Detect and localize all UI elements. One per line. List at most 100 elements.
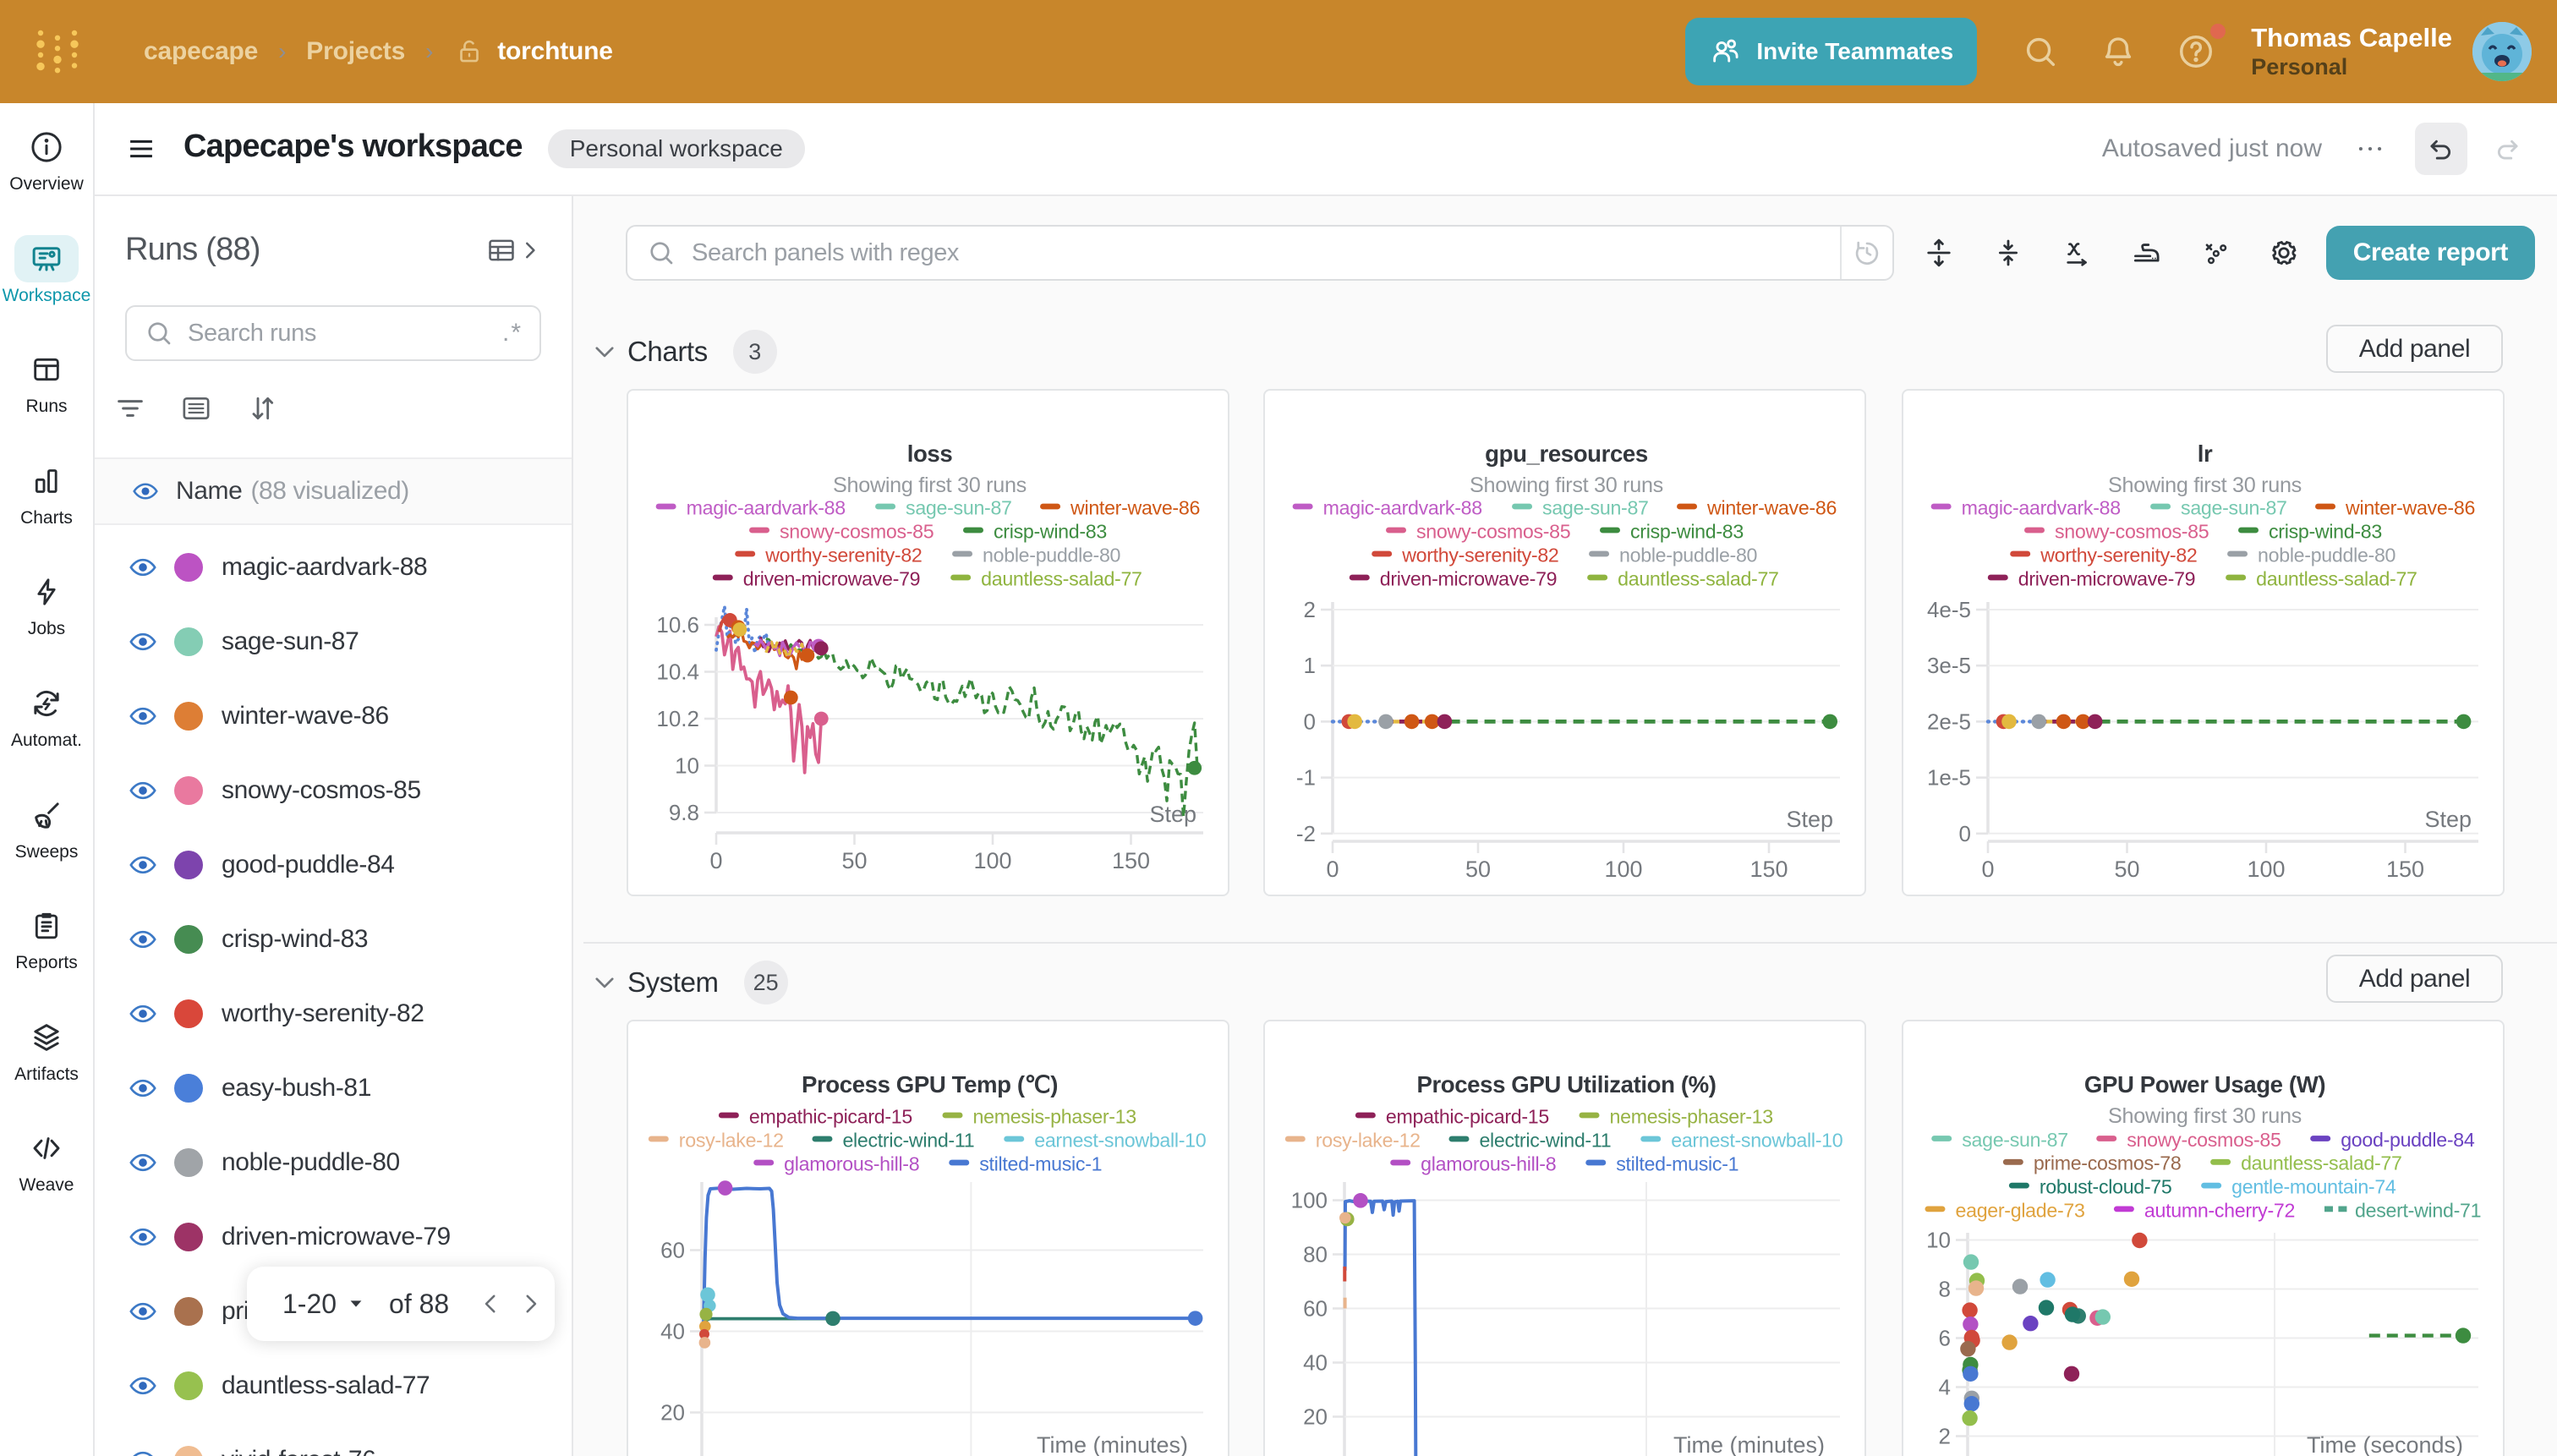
svg-text:Time (seconds): Time (seconds) <box>2307 1432 2463 1456</box>
svg-text:gentle-mountain-74: gentle-mountain-74 <box>2231 1176 2396 1198</box>
svg-text:worthy-serenity-82: worthy-serenity-82 <box>2040 544 2197 566</box>
svg-text:150: 150 <box>1749 857 1788 882</box>
svg-text:rosy-lake-12: rosy-lake-12 <box>1316 1129 1421 1151</box>
svg-text:Step: Step <box>1786 807 1833 832</box>
svg-text:10: 10 <box>1926 1228 1951 1253</box>
svg-text:dauntless-salad-77: dauntless-salad-77 <box>2256 567 2417 589</box>
svg-text:100: 100 <box>2247 857 2285 882</box>
svg-text:4e-5: 4e-5 <box>1927 597 1971 622</box>
svg-text:20: 20 <box>660 1400 685 1426</box>
svg-text:100: 100 <box>1291 1188 1328 1213</box>
svg-text:GPU Power Usage (W): GPU Power Usage (W) <box>2084 1071 2325 1097</box>
svg-text:good-puddle-84: good-puddle-84 <box>2341 1129 2475 1151</box>
svg-text:snowy-cosmos-85: snowy-cosmos-85 <box>2055 520 2209 542</box>
svg-text:50: 50 <box>2114 857 2139 882</box>
svg-text:2e-5: 2e-5 <box>1927 709 1971 734</box>
svg-text:worthy-serenity-82: worthy-serenity-82 <box>1401 544 1558 566</box>
svg-text:0: 0 <box>1981 857 1994 882</box>
svg-text:noble-puddle-80: noble-puddle-80 <box>983 544 1120 566</box>
svg-text:50: 50 <box>1465 857 1491 882</box>
svg-text:stilted-music-1: stilted-music-1 <box>1616 1152 1738 1174</box>
svg-text:10.6: 10.6 <box>656 612 699 638</box>
svg-text:noble-puddle-80: noble-puddle-80 <box>1619 544 1757 566</box>
svg-text:3e-5: 3e-5 <box>1927 653 1971 678</box>
svg-text:worthy-serenity-82: worthy-serenity-82 <box>764 544 922 566</box>
svg-text:50: 50 <box>841 848 867 873</box>
svg-text:100: 100 <box>973 848 1011 873</box>
svg-text:Step: Step <box>1149 802 1196 827</box>
svg-text:dauntless-salad-77: dauntless-salad-77 <box>1618 567 1779 589</box>
svg-text:lr: lr <box>2198 441 2213 467</box>
svg-text:noble-puddle-80: noble-puddle-80 <box>2258 544 2395 566</box>
svg-text:2: 2 <box>1304 597 1316 622</box>
svg-text:Time (minutes): Time (minutes) <box>1036 1432 1187 1456</box>
svg-text:stilted-music-1: stilted-music-1 <box>979 1152 1102 1174</box>
svg-text:80: 80 <box>1303 1242 1328 1267</box>
svg-text:driven-microwave-79: driven-microwave-79 <box>2018 567 2196 589</box>
svg-text:glamorous-hill-8: glamorous-hill-8 <box>1421 1152 1556 1174</box>
svg-text:dauntless-salad-77: dauntless-salad-77 <box>2241 1152 2402 1174</box>
svg-text:sage-sun-87: sage-sun-87 <box>1962 1129 2068 1151</box>
svg-text:earnest-snowball-10: earnest-snowball-10 <box>1671 1129 1842 1151</box>
svg-text:magic-aardvark-88: magic-aardvark-88 <box>686 496 845 518</box>
svg-text:150: 150 <box>1111 848 1149 873</box>
svg-text:earnest-snowball-10: earnest-snowball-10 <box>1034 1129 1206 1151</box>
svg-text:40: 40 <box>1303 1350 1328 1376</box>
svg-text:eager-glade-73: eager-glade-73 <box>1956 1199 2085 1221</box>
svg-text:sage-sun-87: sage-sun-87 <box>906 496 1012 518</box>
svg-text:rosy-lake-12: rosy-lake-12 <box>678 1129 783 1151</box>
svg-text:4: 4 <box>1939 1375 1951 1400</box>
svg-text:nemesis-phaser-13: nemesis-phaser-13 <box>972 1105 1136 1127</box>
svg-text:crisp-wind-83: crisp-wind-83 <box>994 520 1107 542</box>
svg-text:glamorous-hill-8: glamorous-hill-8 <box>784 1152 919 1174</box>
svg-text:crisp-wind-83: crisp-wind-83 <box>2269 520 2382 542</box>
svg-text:20: 20 <box>1303 1404 1328 1430</box>
svg-text:10: 10 <box>675 753 699 779</box>
svg-text:winter-wave-86: winter-wave-86 <box>1070 496 1200 518</box>
svg-text:robust-cloud-75: robust-cloud-75 <box>2040 1176 2172 1198</box>
svg-text:Time (minutes): Time (minutes) <box>1673 1432 1825 1456</box>
svg-text:electric-wind-11: electric-wind-11 <box>842 1129 974 1151</box>
svg-text:winter-wave-86: winter-wave-86 <box>1706 496 1837 518</box>
svg-text:gpu_resources: gpu_resources <box>1485 441 1648 467</box>
svg-text:Showing first 30 runs: Showing first 30 runs <box>2108 1104 2302 1128</box>
svg-text:60: 60 <box>660 1238 685 1263</box>
svg-text:sage-sun-87: sage-sun-87 <box>1542 496 1649 518</box>
svg-text:crisp-wind-83: crisp-wind-83 <box>1630 520 1744 542</box>
svg-text:prime-cosmos-78: prime-cosmos-78 <box>2034 1152 2182 1174</box>
svg-text:loss: loss <box>906 441 952 467</box>
svg-text:Process GPU Utilization (%): Process GPU Utilization (%) <box>1416 1071 1716 1097</box>
svg-text:-2: -2 <box>1296 821 1316 846</box>
svg-text:100: 100 <box>1604 857 1642 882</box>
svg-text:60: 60 <box>1303 1296 1328 1322</box>
svg-text:Process GPU Temp (℃): Process GPU Temp (℃) <box>801 1071 1057 1097</box>
svg-text:1e-5: 1e-5 <box>1927 765 1971 791</box>
svg-text:10.2: 10.2 <box>656 706 699 731</box>
svg-text:-1: -1 <box>1296 765 1316 791</box>
svg-text:10.4: 10.4 <box>656 660 699 685</box>
svg-text:nemesis-phaser-13: nemesis-phaser-13 <box>1610 1105 1773 1127</box>
svg-text:1: 1 <box>1304 653 1316 678</box>
svg-text:desert-wind-71: desert-wind-71 <box>2355 1199 2481 1221</box>
svg-text:6: 6 <box>1939 1326 1951 1351</box>
svg-text:autumn-cherry-72: autumn-cherry-72 <box>2144 1199 2295 1221</box>
svg-text:Showing first 30 runs: Showing first 30 runs <box>833 473 1027 497</box>
svg-text:magic-aardvark-88: magic-aardvark-88 <box>1323 496 1482 518</box>
svg-text:snowy-cosmos-85: snowy-cosmos-85 <box>780 520 934 542</box>
svg-text:40: 40 <box>660 1319 685 1344</box>
svg-text:Showing first 30 runs: Showing first 30 runs <box>2108 473 2302 497</box>
svg-text:sage-sun-87: sage-sun-87 <box>2181 496 2287 518</box>
svg-text:Showing first 30 runs: Showing first 30 runs <box>1470 473 1663 497</box>
svg-text:dauntless-salad-77: dauntless-salad-77 <box>981 567 1142 589</box>
svg-text:driven-microwave-79: driven-microwave-79 <box>1380 567 1558 589</box>
svg-text:0: 0 <box>1326 857 1339 882</box>
svg-text:empathic-picard-15: empathic-picard-15 <box>748 1105 912 1127</box>
svg-text:150: 150 <box>2386 857 2424 882</box>
svg-text:Step: Step <box>2424 807 2472 832</box>
svg-text:winter-wave-86: winter-wave-86 <box>2345 496 2475 518</box>
svg-text:snowy-cosmos-85: snowy-cosmos-85 <box>1416 520 1570 542</box>
svg-text:driven-microwave-79: driven-microwave-79 <box>742 567 920 589</box>
svg-text:magic-aardvark-88: magic-aardvark-88 <box>1962 496 2121 518</box>
svg-text:9.8: 9.8 <box>668 800 698 825</box>
svg-text:8: 8 <box>1939 1277 1951 1302</box>
